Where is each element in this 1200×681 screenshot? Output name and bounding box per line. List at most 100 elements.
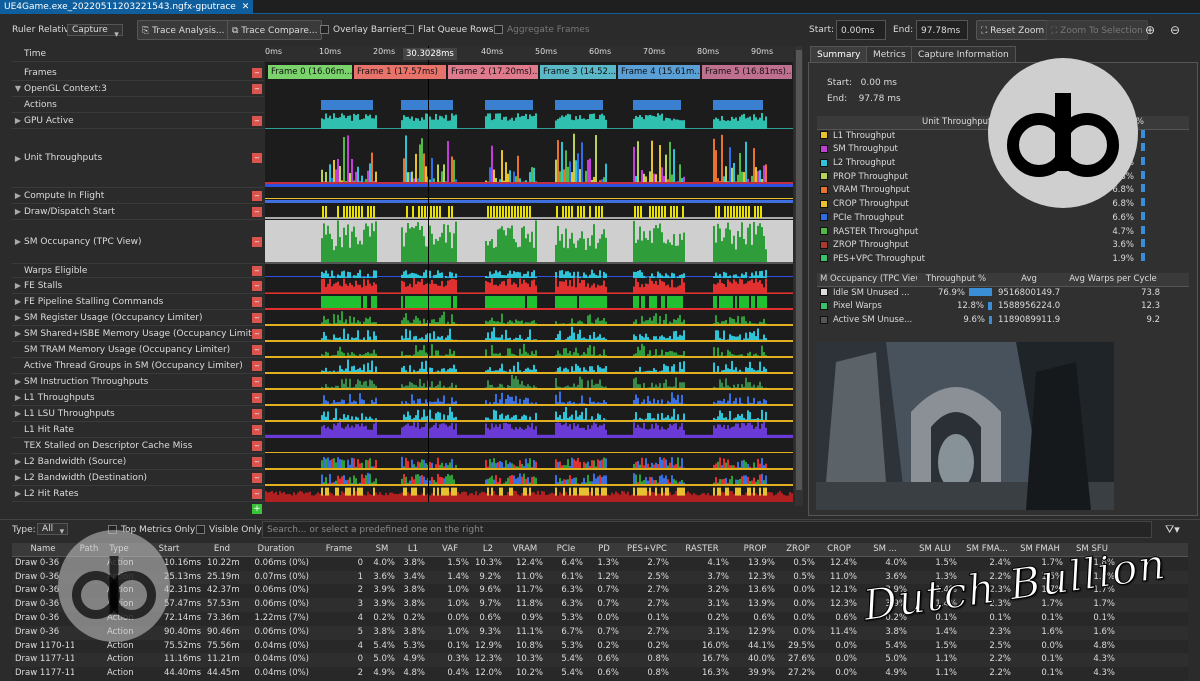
trace-compare-button[interactable]: ⧉ Trace Compare... [227,20,322,40]
expand-arrow-icon[interactable]: ▶ [12,457,24,466]
row-11[interactable]: ▶FE Pipeline Stalling Commands− [12,294,264,310]
col-header[interactable]: PES+VPC [622,543,672,556]
remove-row-icon[interactable]: − [252,441,262,451]
col-header[interactable]: Avg Warps per Cycle [1063,273,1163,286]
col-header[interactable]: M Occupancy (TPC View [817,273,917,286]
row-7[interactable]: ▶Draw/Dispatch Start− [12,204,264,220]
expand-arrow-icon[interactable]: ▶ [12,116,24,125]
frame-4[interactable]: Frame 4 (15.61m... [618,65,700,79]
row-13[interactable]: ▶SM Shared+ISBE Memory Usage (Occupancy … [12,326,264,342]
end-input[interactable]: 97.78ms [916,20,968,40]
col-header[interactable]: Avg [995,273,1063,286]
expand-arrow-icon[interactable]: ▶ [12,377,24,386]
row-15[interactable]: Active Thread Groups in SM (Occupancy Li… [12,358,264,374]
tab-summary[interactable]: Summary [810,46,868,62]
table-row[interactable]: Pixel Warps12.8%1588956224.012.3 [817,300,1189,314]
expand-arrow-icon[interactable]: ▶ [12,409,24,418]
document-tab[interactable]: UE4Game.exe_20220511203221543.ngfx-gputr… [0,0,253,14]
expand-arrow-icon[interactable]: ▶ [12,281,24,290]
table-row[interactable]: PCIe Throughput6.6% [817,212,1189,226]
expand-arrow-icon[interactable]: ▼ [12,84,24,93]
expand-arrow-icon[interactable]: ▶ [12,329,24,338]
remove-row-icon[interactable]: − [252,266,262,276]
row-6[interactable]: ▶Compute In Flight− [12,188,264,204]
scrollbar-thumb[interactable] [796,50,802,490]
col-header[interactable]: L2 [472,543,504,556]
remove-row-icon[interactable]: − [252,68,262,78]
col-header[interactable]: SM ALU [910,543,960,556]
remove-row-icon[interactable]: − [252,84,262,94]
zoom-to-selection-button[interactable]: ⛶ Zoom To Selection [1046,20,1148,40]
close-icon[interactable]: ✕ [242,2,250,12]
remove-row-icon[interactable]: − [252,393,262,403]
row-10[interactable]: ▶FE Stalls− [12,278,264,294]
trace-analysis-button[interactable]: ⎘ Trace Analysis... [137,20,229,40]
frame-0[interactable]: Frame 0 (16.06m... [268,65,352,79]
table-row[interactable]: Draw 1170-1181Action75.52ms75.56ms0.04ms… [12,640,1188,654]
row-21[interactable]: ▶L2 Bandwidth (Source)− [12,454,264,470]
remove-row-icon[interactable]: − [252,191,262,201]
row-3[interactable]: Actions [12,97,264,113]
row-4[interactable]: ▶GPU Active− [12,113,264,129]
col-header[interactable]: VAF [428,543,472,556]
table-row[interactable]: Draw 1177-1188Action44.40ms44.45ms0.04ms… [12,667,1188,681]
expand-arrow-icon[interactable]: ▶ [12,207,24,216]
remove-row-icon[interactable]: − [252,153,262,163]
timeline-area[interactable] [265,46,793,502]
time-cursor[interactable] [428,46,429,502]
col-header[interactable]: SM FMA... [960,543,1014,556]
remove-row-icon[interactable]: − [252,457,262,467]
col-header[interactable]: PD [586,543,622,556]
type-select[interactable]: All [37,523,68,535]
remove-row-icon[interactable]: − [252,361,262,371]
ruler-relative-select[interactable]: Capture [67,24,123,36]
row-1[interactable]: Frames− [12,65,264,81]
row-23[interactable]: ▶L2 Hit Rates− [12,486,264,502]
remove-row-icon[interactable]: − [252,409,262,419]
row-16[interactable]: ▶SM Instruction Throughputs− [12,374,264,390]
remove-row-icon[interactable]: − [252,377,262,387]
col-header[interactable]: L1 [398,543,428,556]
remove-row-icon[interactable]: − [252,281,262,291]
table-row[interactable]: PES+VPC Throughput1.9% [817,253,1189,267]
table-row[interactable]: RASTER Throughput4.7% [817,226,1189,240]
col-header[interactable]: ZROP [778,543,818,556]
table-row[interactable]: Draw 0-36Action72.14ms73.36ms1.22ms (7%)… [12,612,1188,626]
expand-arrow-icon[interactable]: ▶ [12,473,24,482]
row-0[interactable]: Time [12,46,264,62]
table-row[interactable]: Draw 0-36Action90.40ms90.46ms0.06ms (0%)… [12,626,1188,640]
col-header[interactable]: Name [12,543,74,556]
table-row[interactable]: ZROP Throughput3.6% [817,239,1189,253]
col-header[interactable]: Duration [240,543,312,556]
expand-arrow-icon[interactable]: ▶ [12,313,24,322]
frame-3[interactable]: Frame 3 (14.52... [540,65,616,79]
frame-2[interactable]: Frame 2 (17.20ms)... [448,65,538,79]
expand-arrow-icon[interactable]: ▶ [12,393,24,402]
table-row[interactable]: Draw 1177-1188Action11.16ms11.21ms0.04ms… [12,653,1188,667]
row-17[interactable]: ▶L1 Throughputs− [12,390,264,406]
col-header[interactable]: Frame [312,543,366,556]
start-input[interactable]: 0.00ms [836,20,886,40]
aggregate-frames-checkbox[interactable]: Aggregate Frames [494,20,590,40]
search-input[interactable]: Search... or select a predefined one on … [262,521,1152,538]
frame-1[interactable]: Frame 1 (17.57ms) [354,65,446,79]
expand-arrow-icon[interactable]: ▶ [12,489,24,498]
add-row-icon[interactable]: + [252,504,262,514]
row-22[interactable]: ▶L2 Bandwidth (Destination)− [12,470,264,486]
col-header[interactable]: VRAM [504,543,546,556]
col-header[interactable]: SM [366,543,398,556]
flat-queue-rows-checkbox[interactable]: Flat Queue Rows [405,20,493,40]
table-row[interactable]: Active SM Unuse...9.6%1189089911.99.2 [817,314,1189,328]
remove-row-icon[interactable]: − [252,345,262,355]
row-9[interactable]: Warps Eligible− [12,264,264,278]
frame-5[interactable]: Frame 5 (16.81ms)... [702,65,792,79]
col-header[interactable]: RASTER [672,543,732,556]
remove-row-icon[interactable]: − [252,489,262,499]
row-12[interactable]: ▶SM Register Usage (Occupancy Limiter)− [12,310,264,326]
filter-icon[interactable]: ⛛▾ [1165,520,1180,540]
time-ruler[interactable]: 0ms10ms20ms30ms40ms50ms60ms70ms80ms90ms [265,46,793,62]
remove-row-icon[interactable]: − [252,425,262,435]
visible-only-checkbox[interactable]: Visible Only [196,520,262,540]
col-header[interactable]: SM ... [860,543,910,556]
col-unit-throughputs[interactable]: Unit Throughputs [817,116,997,129]
